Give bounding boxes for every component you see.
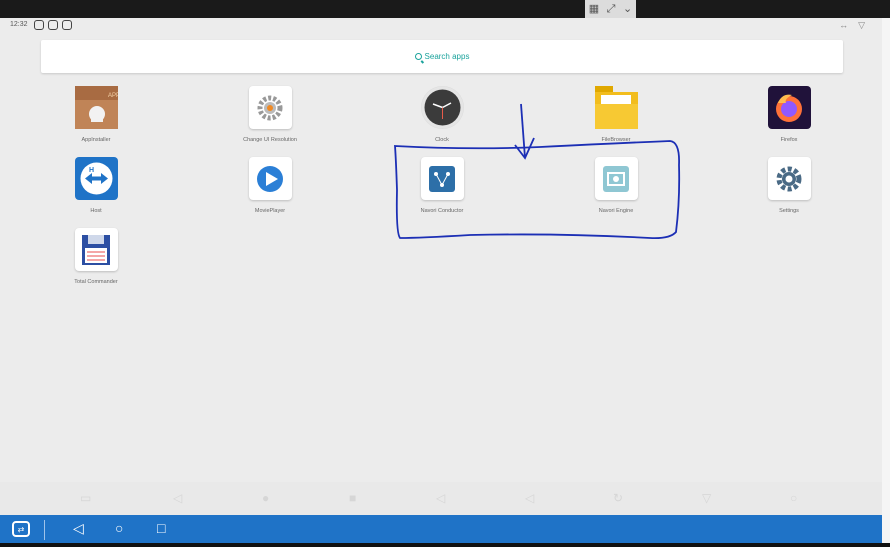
app-navori-engine[interactable]: Navori Engine xyxy=(556,157,676,214)
status-time: 12:32 xyxy=(10,21,28,28)
app-label: Host xyxy=(90,208,102,214)
folder-icon xyxy=(594,86,638,129)
remote-viewer-top-bar xyxy=(0,0,890,18)
app-change-ui-resolution[interactable]: Change UI Resolution xyxy=(210,86,330,143)
viewer-toolbar: ▦ ⤢ ⌄ xyxy=(585,0,636,18)
app-appinstaller[interactable]: APP AppInstaller xyxy=(36,86,156,143)
app-label: MoviePlayer xyxy=(254,208,286,214)
notification-icons xyxy=(34,20,72,30)
floppy-disk-icon xyxy=(74,228,118,271)
grid-icon[interactable]: ▦ xyxy=(589,0,599,18)
screenshot-icon: ▭ xyxy=(80,491,92,505)
app-label: Change UI Resolution xyxy=(243,137,297,143)
app-label: FileBrowser xyxy=(601,137,631,143)
right-edge-strip xyxy=(882,18,890,543)
volume-down-icon: ◁ xyxy=(436,491,446,505)
app-firefox[interactable]: Firefox xyxy=(729,86,849,143)
annotation-arrow-shaft xyxy=(520,103,526,159)
teamviewer-host-icon: H xyxy=(74,157,118,200)
app-label: Firefox xyxy=(780,137,798,143)
app-clock[interactable]: Clock xyxy=(382,86,502,143)
app-total-commander[interactable]: Total Commander xyxy=(36,228,156,285)
navori-engine-icon xyxy=(594,157,638,200)
wifi-icon: ▽ xyxy=(858,20,865,30)
app-navori-conductor[interactable]: Navori Conductor xyxy=(382,157,502,214)
navori-conductor-icon xyxy=(420,157,464,200)
search-apps-bar[interactable]: Search apps xyxy=(41,40,843,73)
back-icon: ◁ xyxy=(173,491,183,505)
back-icon[interactable]: ◁ xyxy=(73,520,84,537)
rotate-icon: ↻ xyxy=(613,491,624,505)
status-right-icons: ↔ ▽ xyxy=(839,20,865,31)
teamviewer-icon xyxy=(48,20,58,30)
app-filebrowser[interactable]: FileBrowser xyxy=(556,86,676,143)
expand-icon[interactable]: ⤢ xyxy=(607,0,616,18)
ghost-navigation-bar: ▭ ◁ ● ■ ◁ ◁ ↻ ▽ ○ xyxy=(0,482,890,515)
svg-text:H: H xyxy=(89,167,94,174)
teamviewer-icon xyxy=(62,20,72,30)
clock-icon xyxy=(420,86,464,129)
teamviewer-icon[interactable]: ⇄ xyxy=(12,521,30,537)
app-label: Navori Engine xyxy=(598,208,634,214)
app-label: Clock xyxy=(435,137,449,143)
recents-icon[interactable]: □ xyxy=(157,520,165,536)
bottom-border xyxy=(0,543,890,547)
firefox-icon xyxy=(767,86,811,129)
volume-up-icon: ◁ xyxy=(525,491,535,505)
home-icon: ● xyxy=(262,491,270,505)
eye-icon xyxy=(34,20,44,30)
taskbar: ⇄ ◁ ○ □ xyxy=(0,515,890,543)
taskbar-divider xyxy=(44,520,45,540)
network-arrows-icon: ↔ xyxy=(839,20,849,30)
app-label: Navori Conductor xyxy=(420,208,464,214)
chevron-down-icon[interactable]: ⌄ xyxy=(623,0,632,18)
home-icon[interactable]: ○ xyxy=(115,520,123,536)
app-movieplayer[interactable]: MoviePlayer xyxy=(210,157,330,214)
search-icon xyxy=(414,53,422,60)
appinstaller-icon: APP xyxy=(74,86,118,129)
app-host[interactable]: H Host xyxy=(36,157,156,214)
search-label: Search apps xyxy=(424,52,470,61)
gear-icon xyxy=(248,86,292,129)
app-label: Total Commander xyxy=(74,279,118,285)
app-label: Settings xyxy=(779,208,799,214)
recents-icon: ■ xyxy=(349,491,357,505)
status-bar: 12:32 ↔ ▽ xyxy=(0,18,890,34)
settings-gear-icon xyxy=(767,157,811,200)
play-icon xyxy=(248,157,292,200)
annotation-arrow-head xyxy=(514,137,535,160)
app-settings[interactable]: Settings xyxy=(729,157,849,214)
collapse-icon: ▽ xyxy=(702,491,712,505)
svg-text:APP: APP xyxy=(108,93,118,99)
power-icon: ○ xyxy=(790,491,798,505)
app-label: AppInstaller xyxy=(81,137,111,143)
